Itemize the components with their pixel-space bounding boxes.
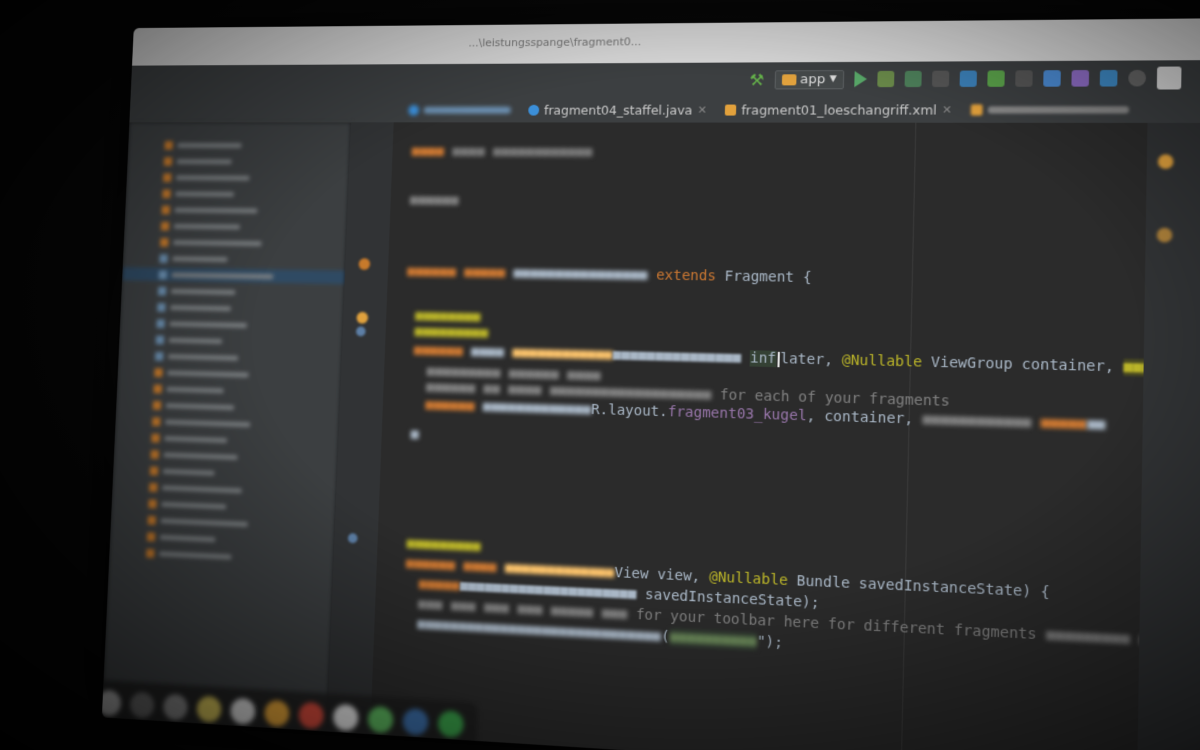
code-annotation: @Nullable — [841, 352, 923, 371]
window-path: ...\leistungsspange\fragment0... — [468, 35, 642, 50]
java-class-icon — [408, 104, 420, 116]
build-hammer-icon[interactable]: ⚒ — [749, 70, 764, 89]
dock-app-icon[interactable] — [162, 693, 189, 721]
code-text: ViewGroup container, — [930, 354, 1115, 376]
dock-app-icon[interactable] — [230, 697, 256, 725]
xml-layout-icon — [725, 104, 737, 116]
tab-fragment01-loeschangriff[interactable]: fragment01_loeschangriff.xml ✕ — [725, 102, 952, 117]
tree-item[interactable] — [155, 333, 343, 351]
module-folder-icon — [781, 73, 797, 85]
code-text: View view, — [614, 564, 701, 586]
apply-changes-icon[interactable] — [931, 70, 950, 88]
close-icon[interactable]: ✕ — [942, 103, 952, 116]
run-icon[interactable] — [854, 70, 868, 88]
tree-item[interactable] — [164, 138, 350, 152]
warning-marker-icon[interactable] — [1156, 227, 1173, 243]
dock-app-icon[interactable] — [101, 689, 122, 717]
profiler-icon[interactable] — [904, 70, 922, 88]
tree-item[interactable] — [161, 203, 347, 218]
ide-window: ...\leistungsspange\fragment0... ⚒ app ▼ — [101, 18, 1200, 750]
code-line: ■■■■ ■■■■ ■■■■■■■■■■■■ — [411, 143, 593, 161]
code-text: later, — [780, 350, 834, 369]
sync-gradle-icon[interactable] — [959, 70, 977, 87]
code-line: ■■■■■■■■ — [414, 308, 481, 326]
code-line: ■■■■■■ — [409, 192, 459, 209]
fold-marker-icon[interactable] — [355, 326, 366, 337]
right-margin-guide — [900, 122, 917, 750]
dock-app-icon[interactable] — [129, 691, 155, 719]
tree-item[interactable] — [156, 316, 343, 334]
tree-item[interactable] — [163, 154, 350, 168]
dock-app-icon[interactable] — [437, 710, 465, 739]
tree-item[interactable] — [154, 365, 341, 384]
tab-active-file[interactable] — [408, 104, 511, 116]
tab-more-xml-file[interactable] — [971, 103, 1130, 116]
fold-marker-icon[interactable] — [347, 533, 358, 544]
code-line: ■ — [410, 426, 420, 443]
tree-item[interactable] — [162, 171, 349, 186]
tree-item[interactable] — [159, 251, 346, 267]
code-text: "); — [756, 633, 784, 652]
sdk-manager-icon[interactable] — [1043, 70, 1061, 87]
tree-item[interactable] — [160, 235, 347, 251]
code-keyword: extends — [655, 267, 717, 285]
code-editor[interactable]: ■■■■ ■■■■ ■■■■■■■■■■■■ ■■■■■■ ■■■■■■ ■■■… — [370, 122, 1200, 750]
dock-app-icon[interactable] — [298, 701, 325, 730]
tree-item[interactable] — [154, 349, 342, 367]
tree-item[interactable] — [162, 187, 348, 202]
photo-scene: ...\leistungsspange\fragment0... ⚒ app ▼ — [0, 0, 1200, 750]
debug-icon[interactable] — [877, 70, 895, 88]
tab-label: fragment01_loeschangriff.xml — [741, 101, 938, 118]
structure-icon[interactable] — [1099, 69, 1118, 87]
tree-item-selected[interactable] — [122, 267, 346, 285]
main-toolbar: ⚒ app ▼ — [130, 60, 1200, 98]
code-text: R.layout. — [591, 401, 669, 421]
tree-item[interactable] — [157, 284, 345, 301]
run-configuration-select[interactable]: app ▼ — [774, 69, 845, 89]
close-icon[interactable]: ✕ — [697, 103, 707, 116]
stop-icon[interactable] — [1015, 70, 1033, 87]
search-icon[interactable] — [1128, 69, 1147, 87]
dock-app-icon[interactable] — [402, 708, 429, 736]
avd-manager-icon[interactable] — [987, 70, 1005, 87]
dock-app-icon[interactable] — [332, 703, 359, 732]
device-manager-icon[interactable] — [1071, 70, 1090, 87]
code-text: , container, — [806, 407, 914, 428]
override-marker-icon[interactable] — [356, 311, 369, 324]
override-marker-icon[interactable] — [358, 258, 371, 270]
code-text: Bundle savedInstanceState) { — [796, 572, 1051, 602]
xml-layout-icon — [971, 103, 984, 116]
code-text: inf — [749, 350, 777, 368]
code-text: ( — [660, 628, 670, 646]
code-line: ■■■■■■■■■ — [406, 535, 481, 555]
code-line: ■■■■■■■■■ — [414, 323, 489, 342]
account-avatar-icon[interactable] — [1156, 66, 1182, 90]
editor-tabs: fragment04_staffel.java ✕ fragment01_loe… — [129, 95, 1200, 125]
editor-scroll-marker-bar[interactable] — [1137, 122, 1200, 750]
tab-label: fragment04_staffel.java — [543, 102, 693, 118]
warning-marker-icon[interactable] — [1157, 154, 1174, 169]
window-titlebar: ...\leistungsspange\fragment0... — [132, 18, 1200, 66]
code-line-class-declaration: ■■■■■■ ■■■■■ ■■■■■■■■■■■■■■■■ extends Fr… — [406, 263, 812, 287]
dock-app-icon[interactable] — [264, 699, 290, 728]
text-caret — [776, 351, 780, 367]
tree-item[interactable] — [160, 219, 347, 235]
dock-app-icon[interactable] — [196, 695, 222, 723]
project-tree-panel — [101, 122, 352, 732]
tree-item[interactable] — [157, 300, 344, 317]
code-annotation: @Nullable — [708, 569, 788, 590]
dock-app-icon[interactable] — [367, 705, 394, 734]
tab-fragment04-staffel[interactable]: fragment04_staffel.java ✕ — [528, 102, 707, 117]
chevron-down-icon: ▼ — [829, 74, 837, 85]
java-class-icon — [528, 104, 540, 116]
tree-item[interactable] — [153, 382, 340, 401]
code-field: fragment03_kugel — [667, 404, 807, 425]
run-config-label: app — [799, 71, 826, 87]
code-text: Fragment { — [724, 268, 812, 287]
